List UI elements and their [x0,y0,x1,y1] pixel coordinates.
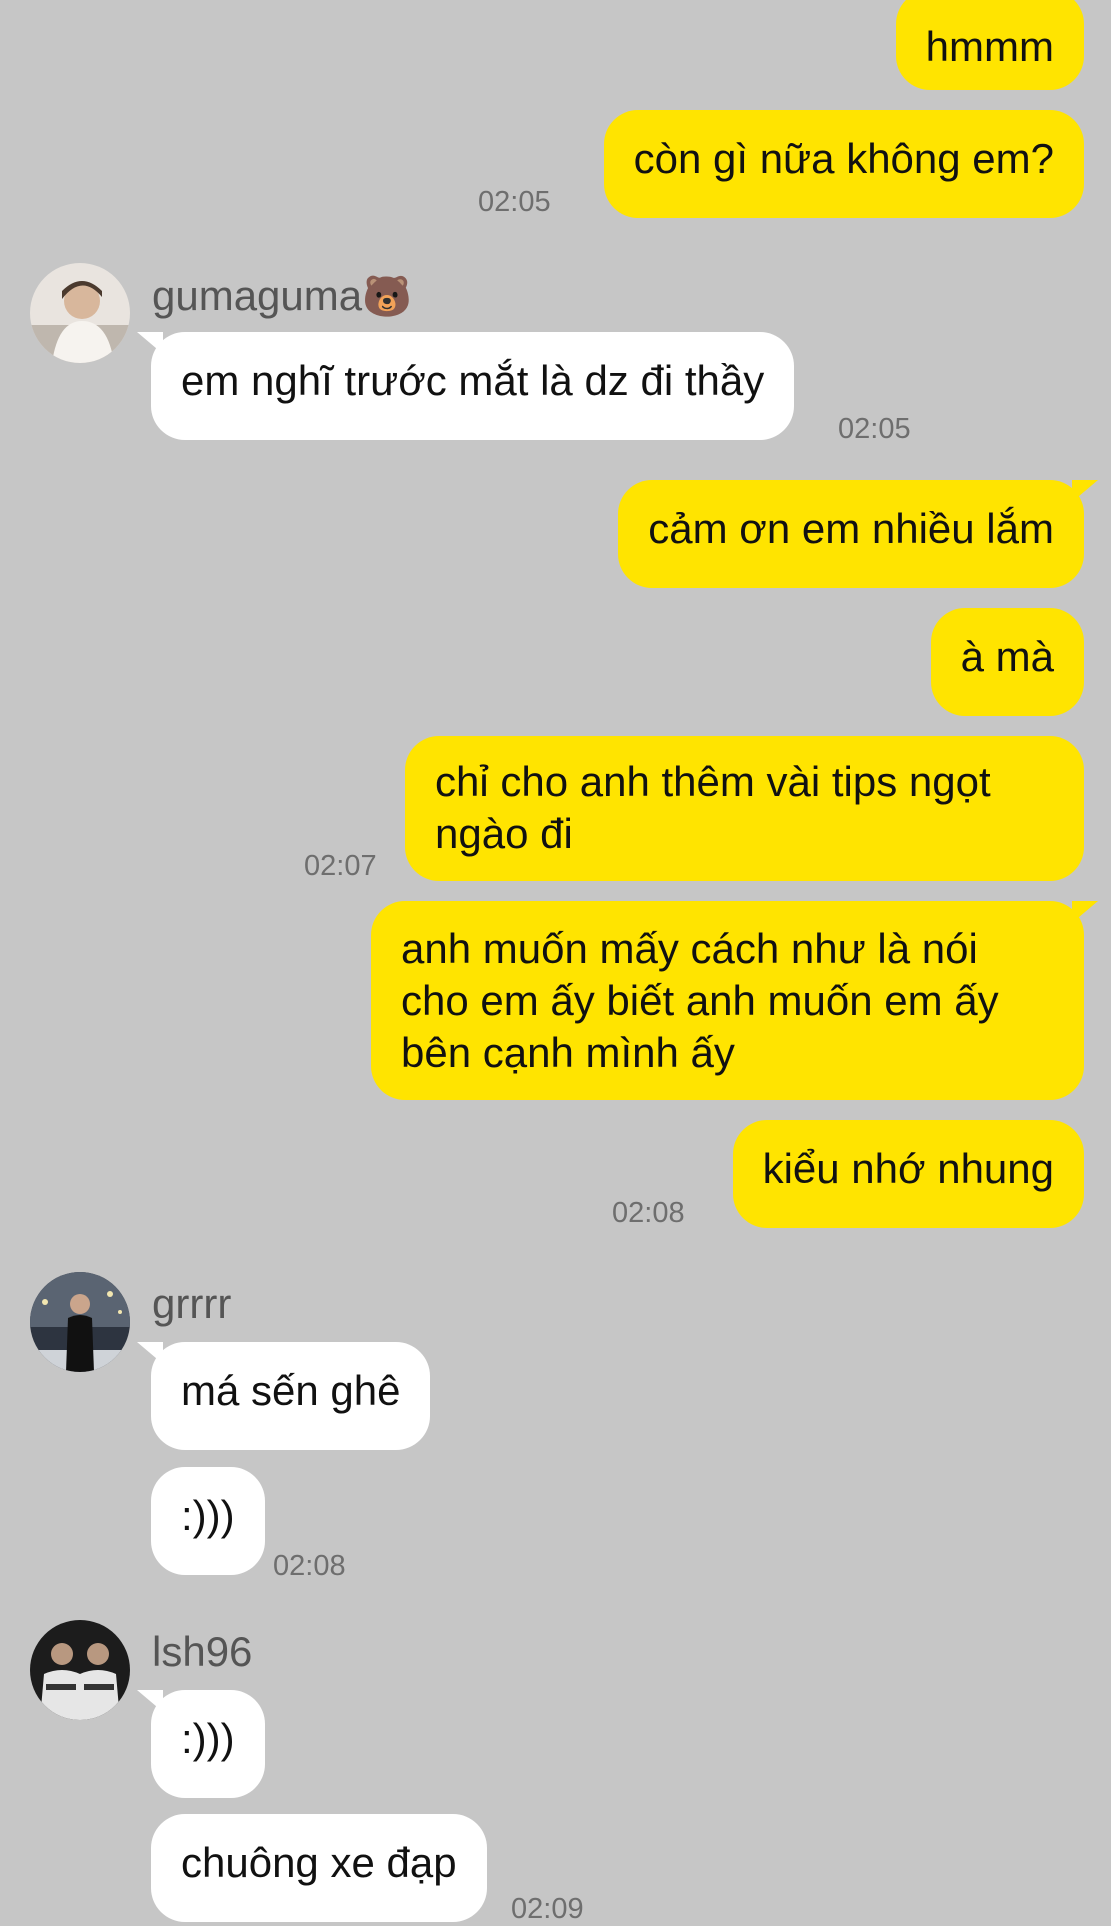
sender-name: gumaguma🐻 [152,272,412,320]
sender-name: lsh96 [152,1628,253,1675]
message-timestamp: 02:09 [511,1893,584,1925]
sender-name-text: gumaguma [152,272,363,319]
message-text: cảm ơn em nhiều lắm [648,505,1054,552]
message-text: :))) [181,1715,235,1762]
outgoing-message-bubble[interactable]: kiểu nhớ nhung [732,1120,1084,1228]
message-timestamp: 02:05 [838,413,911,445]
outgoing-message-bubble[interactable]: chỉ cho anh thêm vài tips ngọt ngào đi [405,736,1084,881]
message-text: à mà [960,633,1054,680]
message-text: má sến ghê [181,1367,401,1414]
message-text: em nghĩ trước mắt là dz đi thầy [181,357,765,404]
message-text: kiểu nhớ nhung [762,1145,1054,1192]
avatar[interactable] [30,1620,130,1720]
outgoing-message-bubble[interactable]: hmmm [895,0,1084,90]
message-text: anh muốn mấy cách như là nói cho em ấy b… [401,925,999,1076]
sender-name: grrrr [152,1280,232,1327]
user-avatar-photo-icon [30,263,130,363]
message-text: hmmm [925,23,1054,70]
message-text: :))) [181,1492,235,1539]
outgoing-message-bubble[interactable]: anh muốn mấy cách như là nói cho em ấy b… [371,901,1098,1100]
incoming-message-bubble[interactable]: :))) [151,1467,265,1575]
incoming-message-bubble[interactable]: má sến ghê [136,1342,431,1450]
outgoing-message-bubble[interactable]: cảm ơn em nhiều lắm [618,480,1098,588]
bear-emoji-icon: 🐻 [362,275,412,319]
message-timestamp: 02:08 [612,1197,685,1229]
incoming-message-bubble[interactable]: em nghĩ trước mắt là dz đi thầy [136,332,795,440]
message-timestamp: 02:07 [304,850,377,882]
avatar[interactable] [30,263,130,363]
outgoing-message-bubble[interactable]: à mà [930,608,1084,716]
message-text: còn gì nữa không em? [633,135,1054,182]
incoming-message-bubble[interactable]: :))) [137,1690,265,1798]
message-text: chỉ cho anh thêm vài tips ngọt ngào đi [435,758,991,857]
incoming-message-bubble[interactable]: chuông xe đạp [151,1814,487,1922]
chat-message-list[interactable]: hmmm còn gì nữa không em? 02:05 gumaguma… [0,0,1111,1925]
outgoing-message-bubble[interactable]: còn gì nữa không em? [603,110,1084,218]
message-timestamp: 02:05 [478,186,551,218]
user-avatar-photo-icon [30,1620,130,1720]
avatar[interactable] [30,1272,130,1372]
message-text: chuông xe đạp [181,1839,457,1886]
message-timestamp: 02:08 [273,1550,346,1582]
user-avatar-photo-icon [30,1272,130,1372]
